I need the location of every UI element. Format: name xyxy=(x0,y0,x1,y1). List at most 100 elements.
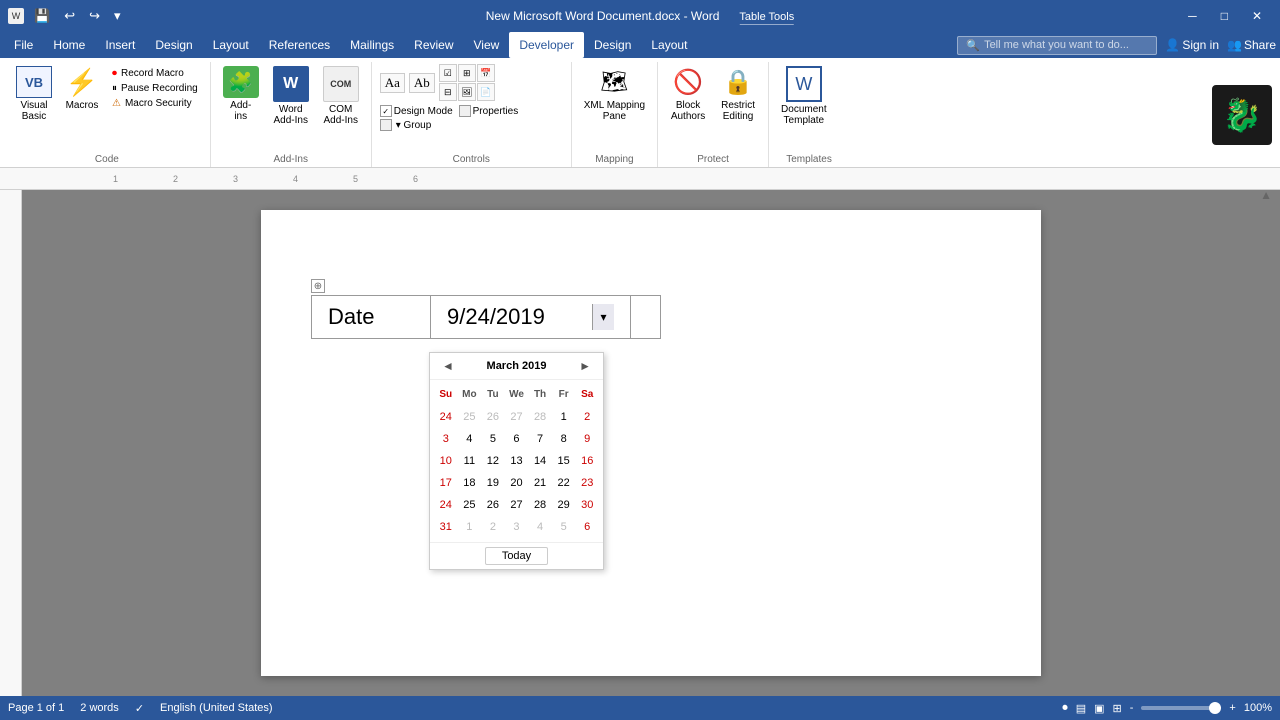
properties-button[interactable]: Properties xyxy=(473,106,519,117)
menu-view[interactable]: View xyxy=(464,32,510,58)
ctrl-grid-btn-6[interactable]: 📄 xyxy=(477,83,495,101)
cal-day[interactable]: 28 xyxy=(528,406,552,428)
minimize-button[interactable]: ─ xyxy=(1178,5,1207,27)
cal-day[interactable]: 30 xyxy=(575,494,599,516)
ctrl-grid-btn-2[interactable]: ⊞ xyxy=(458,64,476,82)
cal-day[interactable]: 4 xyxy=(528,516,552,538)
cal-day[interactable]: 28 xyxy=(528,494,552,516)
cal-day[interactable]: 6 xyxy=(505,428,529,450)
cal-day[interactable]: 23 xyxy=(575,472,599,494)
cal-day[interactable]: 1 xyxy=(458,516,482,538)
cal-day[interactable]: 4 xyxy=(458,428,482,450)
undo-button[interactable]: ↩ xyxy=(60,6,79,26)
design-mode-button[interactable]: Design Mode xyxy=(394,106,453,117)
maximize-button[interactable]: □ xyxy=(1211,5,1238,27)
cal-day[interactable]: 25 xyxy=(458,406,482,428)
cal-day[interactable]: 2 xyxy=(575,406,599,428)
com-add-ins-button[interactable]: COM COMAdd-Ins xyxy=(319,62,363,128)
cal-day[interactable]: 3 xyxy=(434,428,458,450)
group-button[interactable]: ▾ Group xyxy=(396,120,432,131)
menu-design[interactable]: Design xyxy=(145,32,202,58)
menu-table-layout[interactable]: Layout xyxy=(641,32,697,58)
cal-day[interactable]: 11 xyxy=(458,450,482,472)
cal-day[interactable]: 7 xyxy=(528,428,552,450)
sign-in-button[interactable]: 👤 Sign in xyxy=(1165,38,1219,52)
menu-layout[interactable]: Layout xyxy=(203,32,259,58)
view-web-button[interactable]: ⊞ xyxy=(1113,702,1122,715)
record-macro-button[interactable]: ⏺ Record Macro xyxy=(108,66,202,81)
save-button[interactable]: 💾 xyxy=(30,6,54,26)
redo-button[interactable]: ↪ xyxy=(85,6,104,26)
ctrl-grid-btn-1[interactable]: ☑ xyxy=(439,64,457,82)
cal-day[interactable]: 1 xyxy=(552,406,576,428)
cal-day[interactable]: 22 xyxy=(552,472,576,494)
cal-day[interactable]: 31 xyxy=(434,516,458,538)
macro-security-button[interactable]: ⚠ Macro Security xyxy=(108,96,202,111)
close-button[interactable]: ✕ xyxy=(1242,5,1272,27)
cal-day[interactable]: 16 xyxy=(575,450,599,472)
document-template-button[interactable]: W DocumentTemplate xyxy=(777,62,831,128)
cal-day[interactable]: 12 xyxy=(481,450,505,472)
menu-developer[interactable]: Developer xyxy=(509,32,584,58)
ctrl-grid-btn-4[interactable]: ⊟ xyxy=(439,83,457,101)
ctrl-grid-btn-5[interactable]: 🖼 xyxy=(458,83,476,101)
ctrl-grid-btn-3[interactable]: 📅 xyxy=(477,64,495,82)
menu-table-design[interactable]: Design xyxy=(584,32,641,58)
menu-home[interactable]: Home xyxy=(43,32,95,58)
word-add-ins-button[interactable]: W WordAdd-Ins xyxy=(269,62,313,128)
block-authors-button[interactable]: 🚫 BlockAuthors xyxy=(666,62,710,124)
cal-day[interactable]: 6 xyxy=(575,516,599,538)
cal-day[interactable]: 29 xyxy=(552,494,576,516)
restrict-editing-button[interactable]: 🔒 RestrictEditing xyxy=(716,62,760,124)
cal-day[interactable]: 8 xyxy=(552,428,576,450)
cal-day[interactable]: 17 xyxy=(434,472,458,494)
text-content-control-btn[interactable]: Aa xyxy=(380,73,405,93)
pause-recording-button[interactable]: ⏸ Pause Recording xyxy=(108,81,202,96)
macros-button[interactable]: ⚡ Macros xyxy=(60,62,104,113)
search-box[interactable]: 🔍 Tell me what you want to do... xyxy=(957,36,1157,55)
menu-file[interactable]: File xyxy=(4,32,43,58)
add-ins-button[interactable]: 🧩 Add-ins xyxy=(219,62,263,124)
customize-qat-button[interactable]: ▾ xyxy=(110,6,125,26)
cal-day[interactable]: 19 xyxy=(481,472,505,494)
cal-day[interactable]: 27 xyxy=(505,494,529,516)
view-normal-button[interactable]: ▤ xyxy=(1076,702,1086,715)
cal-day[interactable]: 10 xyxy=(434,450,458,472)
picture-content-control-btn[interactable]: Ab xyxy=(409,73,435,93)
cal-day[interactable]: 26 xyxy=(481,406,505,428)
cal-day[interactable]: 9 xyxy=(575,428,599,450)
cal-day[interactable]: 27 xyxy=(505,406,529,428)
cal-day[interactable]: 13 xyxy=(505,450,529,472)
cal-day[interactable]: 20 xyxy=(505,472,529,494)
menu-mailings[interactable]: Mailings xyxy=(340,32,404,58)
cal-day[interactable]: 5 xyxy=(552,516,576,538)
share-button[interactable]: 👥 Share xyxy=(1227,38,1276,52)
ribbon-collapse-button[interactable]: ▲ xyxy=(1260,188,1272,202)
menu-insert[interactable]: Insert xyxy=(95,32,145,58)
calendar-next-button[interactable]: ► xyxy=(575,357,595,375)
cal-day[interactable]: 5 xyxy=(481,428,505,450)
macro-record-icon[interactable]: ⏺ xyxy=(1062,702,1068,715)
menu-references[interactable]: References xyxy=(259,32,340,58)
cal-day[interactable]: 24 xyxy=(434,406,458,428)
view-print-button[interactable]: ▣ xyxy=(1094,702,1104,715)
cal-day[interactable]: 25 xyxy=(458,494,482,516)
cal-day[interactable]: 2 xyxy=(481,516,505,538)
zoom-out-button[interactable]: - xyxy=(1130,702,1134,714)
menu-review[interactable]: Review xyxy=(404,32,463,58)
cal-day[interactable]: 24 xyxy=(434,494,458,516)
visual-basic-button[interactable]: VB VisualBasic xyxy=(12,62,56,124)
cal-day[interactable]: 14 xyxy=(528,450,552,472)
table-move-handle[interactable]: ⊕ xyxy=(311,279,325,293)
zoom-in-button[interactable]: + xyxy=(1229,702,1235,714)
xml-mapping-pane-button[interactable]: 🗺 XML MappingPane xyxy=(580,62,649,124)
today-button[interactable]: Today xyxy=(485,547,548,565)
date-picker-dropdown-button[interactable]: ▾ xyxy=(592,304,614,330)
cal-day[interactable]: 21 xyxy=(528,472,552,494)
zoom-slider[interactable] xyxy=(1141,706,1221,710)
cal-day[interactable]: 3 xyxy=(505,516,529,538)
cal-day[interactable]: 26 xyxy=(481,494,505,516)
calendar-prev-button[interactable]: ◄ xyxy=(438,357,458,375)
cal-day[interactable]: 15 xyxy=(552,450,576,472)
cal-day[interactable]: 18 xyxy=(458,472,482,494)
